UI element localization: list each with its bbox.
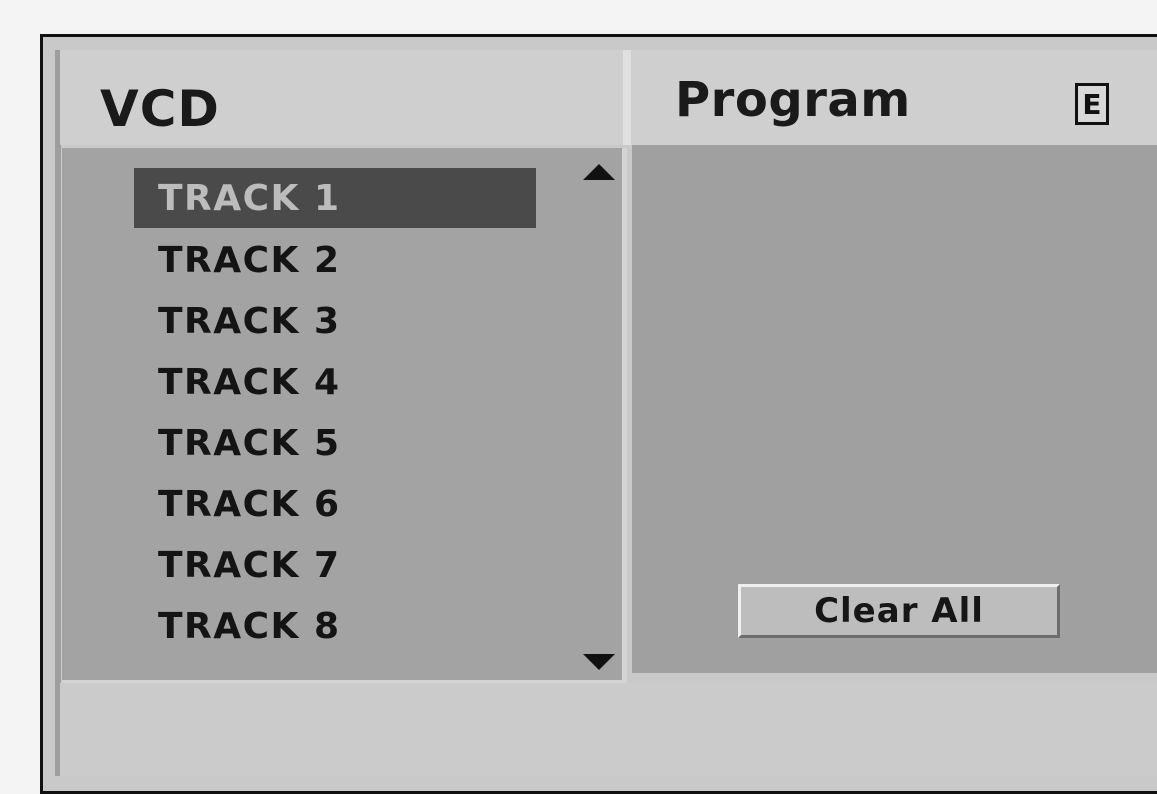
header-divider — [623, 50, 631, 145]
track-item-4[interactable]: TRACK 4 — [134, 352, 536, 412]
track-item-6[interactable]: TRACK 6 — [134, 474, 536, 534]
edit-indicator-badge: E — [1075, 83, 1109, 125]
track-item-3[interactable]: TRACK 3 — [134, 291, 536, 351]
track-item-2[interactable]: TRACK 2 — [134, 230, 536, 290]
frame-left-rule — [55, 50, 61, 776]
header-bar — [60, 50, 1157, 145]
footer-bar — [60, 683, 1157, 776]
program-title: Program — [675, 72, 911, 128]
track-item-8[interactable]: TRACK 8 — [134, 596, 536, 656]
track-list-panel: TRACK 1 TRACK 2 TRACK 3 TRACK 4 TRACK 5 … — [62, 148, 627, 684]
track-item-1[interactable]: TRACK 1 — [134, 168, 536, 228]
track-item-7[interactable]: TRACK 7 — [134, 535, 536, 595]
clear-all-button[interactable]: Clear All — [738, 584, 1060, 638]
scroll-down-icon[interactable] — [583, 654, 615, 670]
scroll-up-icon[interactable] — [583, 164, 615, 180]
vcd-title: VCD — [100, 80, 220, 138]
track-item-5[interactable]: TRACK 5 — [134, 413, 536, 473]
